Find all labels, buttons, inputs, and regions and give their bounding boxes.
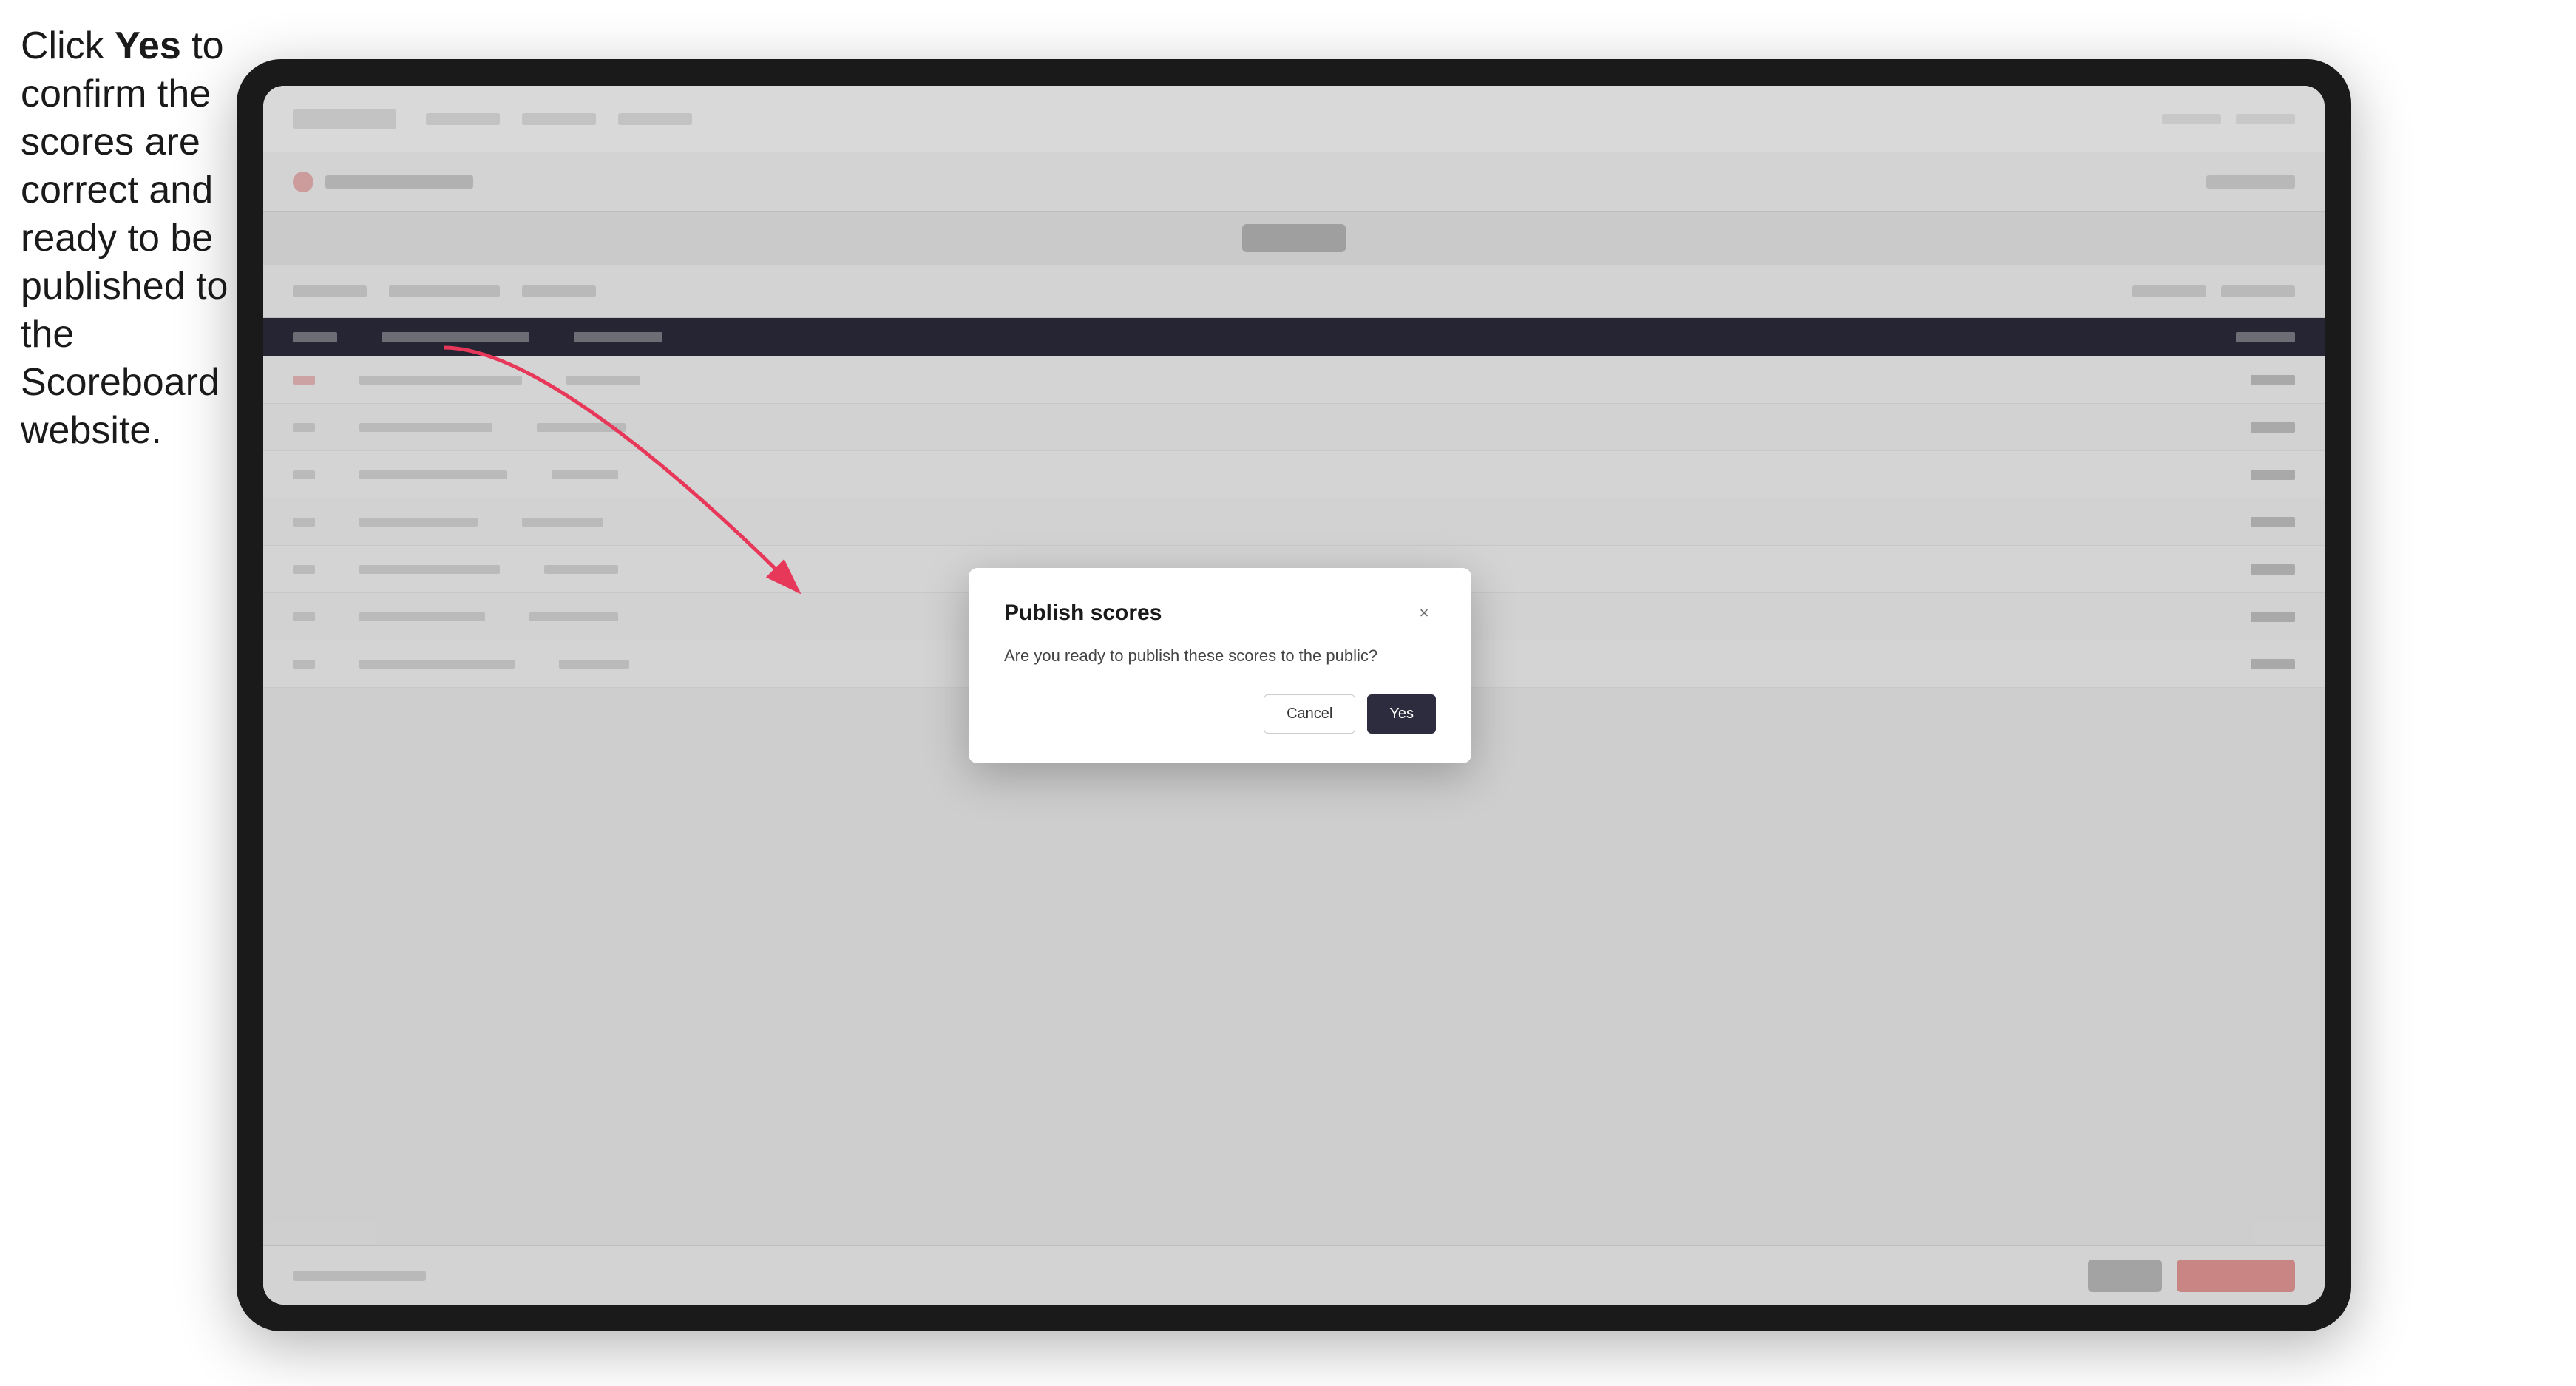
tablet-screen: Publish scores × Are you ready to publis… — [263, 86, 2325, 1305]
instruction-bold: Yes — [115, 24, 181, 67]
cancel-button[interactable]: Cancel — [1264, 694, 1355, 734]
tablet-device: Publish scores × Are you ready to publis… — [237, 59, 2351, 1331]
yes-button[interactable]: Yes — [1367, 694, 1436, 734]
modal-dialog: Publish scores × Are you ready to publis… — [969, 568, 1471, 763]
modal-title: Publish scores — [1004, 601, 1162, 626]
modal-overlay: Publish scores × Are you ready to publis… — [263, 86, 2325, 1305]
modal-header: Publish scores × — [1004, 601, 1436, 626]
instruction-text: Click Yes to confirm the scores are corr… — [21, 22, 235, 455]
modal-footer: Cancel Yes — [1004, 694, 1436, 734]
modal-body-text: Are you ready to publish these scores to… — [1004, 643, 1436, 668]
modal-close-button[interactable]: × — [1412, 601, 1436, 625]
